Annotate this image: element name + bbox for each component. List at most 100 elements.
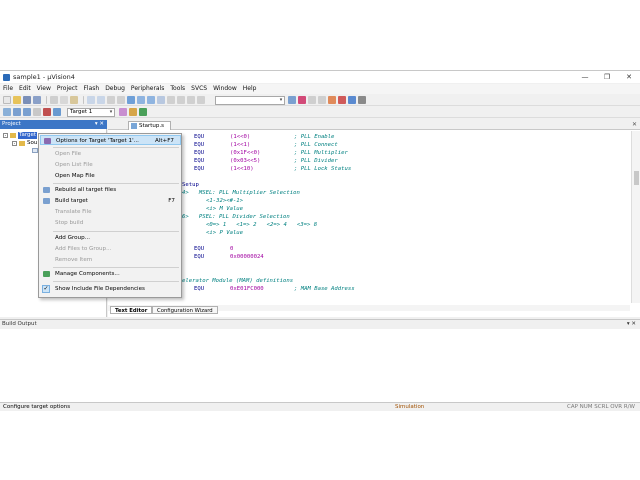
panel-pin-close-icon[interactable]: ▾ ✕ — [95, 120, 104, 129]
tree-node-target[interactable]: - Target — [3, 132, 38, 139]
minimize-button[interactable]: — — [574, 71, 596, 83]
bookmark-prev-icon[interactable] — [137, 96, 145, 104]
menu-item-open-list-file[interactable]: Open List File — [40, 160, 181, 170]
tab-text-editor[interactable]: Text Editor — [110, 306, 153, 314]
new-file-icon[interactable] — [3, 96, 11, 104]
components-icon — [43, 271, 50, 277]
paste-icon[interactable] — [70, 96, 78, 104]
uncomment-icon[interactable] — [197, 96, 205, 104]
menu-edit[interactable]: Edit — [16, 84, 34, 94]
nav-back-icon[interactable] — [107, 96, 115, 104]
download-icon[interactable] — [53, 108, 61, 116]
maximize-button[interactable]: ❐ — [596, 71, 618, 83]
menu-item-remove-item[interactable]: Remove Item — [40, 255, 181, 265]
menu-item-label: Build target — [55, 198, 88, 204]
menu-debug[interactable]: Debug — [102, 84, 128, 94]
menu-svcs[interactable]: SVCS — [188, 84, 210, 94]
menu-item-label: Translate File — [55, 209, 92, 215]
menu-tools[interactable]: Tools — [167, 84, 188, 94]
target-folder-icon — [10, 133, 16, 138]
open-folder-icon[interactable] — [13, 96, 21, 104]
file-extensions-icon[interactable] — [129, 108, 137, 116]
menu-project[interactable]: Project — [54, 84, 81, 94]
comment-icon[interactable] — [187, 96, 195, 104]
collapse-icon[interactable]: - — [3, 133, 8, 138]
editor-tab-startup[interactable]: Startup.s — [128, 121, 172, 130]
menu-view[interactable]: View — [34, 84, 54, 94]
breakpoint-icon[interactable] — [308, 96, 316, 104]
disable-breakpoint-icon[interactable] — [318, 96, 326, 104]
translate-icon[interactable] — [3, 108, 11, 116]
menu-item-label: Rebuild all target files — [55, 187, 117, 193]
clear-bookmarks-icon[interactable] — [157, 96, 165, 104]
stop-build-icon[interactable] — [43, 108, 51, 116]
menu-item-build-target[interactable]: Build target F7 — [40, 196, 181, 206]
close-button[interactable]: ✕ — [618, 71, 640, 83]
menu-item-label: Manage Components... — [55, 271, 120, 277]
menu-file[interactable]: File — [0, 84, 16, 94]
manage-components-icon[interactable] — [139, 108, 147, 116]
code-line: Setup — [182, 182, 199, 188]
bookmark-next-icon[interactable] — [147, 96, 155, 104]
panel-pin-close-icon[interactable]: ▾ ✕ — [627, 320, 636, 329]
clear-breakpoints-icon[interactable] — [338, 96, 346, 104]
menu-window[interactable]: Window — [210, 84, 240, 94]
tab-configuration-wizard[interactable]: Configuration Wizard — [152, 306, 218, 314]
menu-item-translate-file[interactable]: Translate File — [40, 207, 181, 217]
batch-build-icon[interactable] — [33, 108, 41, 116]
editor-tab-strip: Startup.s ✕ — [108, 120, 640, 130]
group-folder-icon — [19, 141, 25, 146]
collapse-icon[interactable]: - — [12, 141, 17, 146]
menu-flash[interactable]: Flash — [80, 84, 102, 94]
menu-help[interactable]: Help — [240, 84, 260, 94]
find-combo[interactable]: ▾ — [215, 95, 285, 105]
status-indicators: CAP NUM SCRL OVR R/W — [567, 404, 635, 410]
toolbar-separator — [46, 96, 47, 104]
editor-vertical-scrollbar[interactable] — [631, 131, 640, 303]
copy-icon[interactable] — [60, 96, 68, 104]
configure-icon[interactable] — [358, 96, 366, 104]
close-icon[interactable]: ✕ — [632, 121, 637, 128]
build-icon[interactable] — [13, 108, 21, 116]
indent-icon[interactable] — [167, 96, 175, 104]
menu-item-manage-components[interactable]: Manage Components... — [40, 269, 181, 279]
nav-forward-icon[interactable] — [117, 96, 125, 104]
bookmark-icon[interactable] — [127, 96, 135, 104]
menu-item-label: Stop build — [55, 220, 84, 226]
save-icon[interactable] — [23, 96, 31, 104]
target-select-value: Target 1 — [70, 108, 93, 115]
kill-breakpoints-icon[interactable] — [328, 96, 336, 104]
unindent-icon[interactable] — [177, 96, 185, 104]
target-options-icon[interactable] — [119, 108, 127, 116]
menu-item-open-map-file[interactable]: Open Map File — [40, 171, 181, 181]
menu-item-add-group[interactable]: Add Group... — [40, 233, 181, 243]
menu-item-options-for-target[interactable]: Options for Target 'Target 1'... Alt+F7 — [40, 135, 181, 145]
rebuild-icon[interactable] — [23, 108, 31, 116]
build-output-title: Build Output — [2, 321, 37, 327]
menu-item-show-include-deps[interactable]: ✓ Show Include File Dependencies — [40, 284, 181, 294]
menu-item-label: Open File — [55, 151, 82, 157]
window-layout-icon[interactable] — [348, 96, 356, 104]
status-message: Configure target options — [3, 404, 71, 410]
project-panel-title: Project — [2, 121, 21, 127]
menu-item-stop-build[interactable]: Stop build — [40, 218, 181, 228]
redo-icon[interactable] — [97, 96, 105, 104]
menu-item-rebuild-all[interactable]: Rebuild all target files — [40, 185, 181, 195]
scrollbar-thumb[interactable] — [634, 171, 639, 185]
find-in-files-icon[interactable] — [288, 96, 296, 104]
save-all-icon[interactable] — [33, 96, 41, 104]
menu-item-open-file[interactable]: Open File — [40, 149, 181, 159]
app-icon — [3, 73, 10, 81]
menu-peripherals[interactable]: Peripherals — [128, 84, 167, 94]
menu-item-add-files[interactable]: Add Files to Group... — [40, 244, 181, 254]
debug-session-icon[interactable] — [298, 96, 306, 104]
menu-item-label: Open List File — [55, 162, 93, 168]
target-select[interactable]: Target 1 ▾ — [67, 107, 115, 117]
menu-bar: File Edit View Project Flash Debug Perip… — [0, 84, 640, 94]
options-icon — [44, 138, 51, 144]
undo-icon[interactable] — [87, 96, 95, 104]
code-view[interactable]: EQU (1<<0); PLL Enable EQU (1<<1); PLL Con… — [108, 131, 630, 303]
menu-item-label: Open Map File — [55, 173, 95, 179]
cut-icon[interactable] — [50, 96, 58, 104]
tree-node-source-group[interactable]: - Sou — [12, 140, 37, 147]
